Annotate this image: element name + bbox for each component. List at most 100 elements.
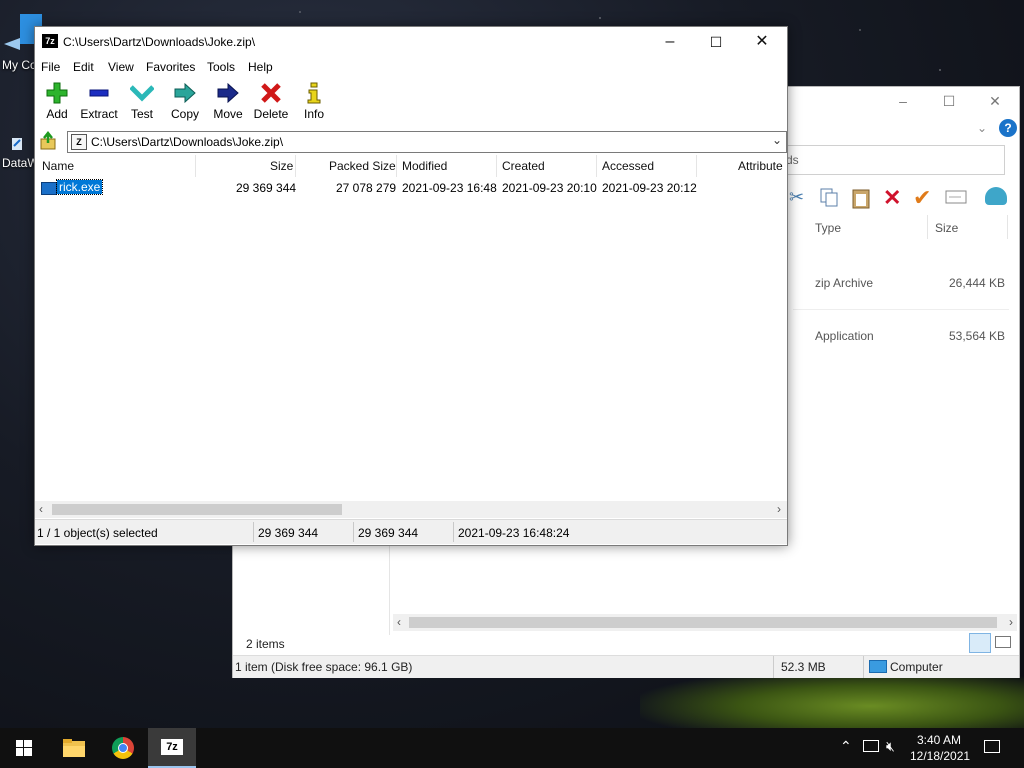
delete-icon (249, 81, 293, 105)
scroll-thumb[interactable] (52, 504, 342, 515)
file-accessed: 2021-09-23 20:12 (602, 181, 697, 195)
address-text: C:\Users\Dartz\Downloads\Joke.zip\ (91, 135, 284, 149)
row-size: 53,564 KB (949, 329, 1006, 343)
menu-favorites[interactable]: Favorites (146, 60, 195, 74)
scroll-thumb[interactable] (409, 617, 997, 628)
delete-icon[interactable]: ✕ (883, 185, 901, 211)
column-size[interactable]: Size (270, 159, 293, 173)
file-explorer-button[interactable] (50, 728, 98, 768)
move-label: Move (213, 107, 243, 121)
move-icon (206, 81, 250, 105)
title-bar[interactable]: 7z C:\Users\Dartz\Downloads\Joke.zip\ – … (35, 27, 787, 57)
network-icon[interactable] (863, 740, 879, 752)
row-size: 26,444 KB (949, 276, 1006, 290)
maximize-button[interactable]: ☐ (935, 93, 963, 113)
extract-icon (77, 81, 121, 105)
shortcut-icon (12, 138, 22, 150)
address-bar[interactable]: Z C:\Users\Dartz\Downloads\Joke.zip\ ⌄ (67, 131, 787, 153)
delete-button[interactable]: Delete (249, 81, 293, 121)
menu-help[interactable]: Help (248, 60, 273, 74)
status-selected: 1 / 1 object(s) selected (37, 526, 158, 540)
clock-date[interactable]: 12/18/2021 (910, 749, 970, 763)
column-attribute[interactable]: Attribute (738, 159, 783, 173)
extract-button[interactable]: Extract (77, 81, 121, 121)
info-button[interactable]: Info (292, 81, 336, 121)
up-folder-icon[interactable] (39, 130, 59, 151)
horizontal-scrollbar[interactable]: ‹ › (35, 501, 787, 518)
cut-icon[interactable]: ✂ (789, 187, 804, 208)
scroll-left-icon[interactable]: ‹ (397, 615, 401, 629)
chrome-icon (112, 737, 134, 759)
menu-view[interactable]: View (108, 60, 134, 74)
column-created[interactable]: Created (502, 159, 545, 173)
move-button[interactable]: Move (206, 81, 250, 121)
start-icon (16, 740, 32, 756)
add-label: Add (46, 107, 68, 121)
close-button[interactable]: ✕ (981, 93, 1009, 113)
shell-icon[interactable] (985, 187, 1007, 205)
chrome-button[interactable] (99, 728, 147, 768)
menu-bar: File Edit View Favorites Tools Help (35, 57, 787, 77)
chevron-down-icon[interactable]: ⌄ (977, 121, 987, 135)
copy-icon[interactable] (819, 187, 839, 210)
add-icon (35, 81, 79, 105)
delete-label: Delete (253, 107, 289, 121)
search-box[interactable]: ds (785, 145, 1005, 175)
scroll-left-icon[interactable]: ‹ (39, 502, 43, 516)
7zip-taskbar-button[interactable]: 7z (148, 728, 196, 768)
add-button[interactable]: Add (35, 81, 79, 121)
large-icons-view-icon[interactable] (995, 636, 1011, 648)
column-accessed[interactable]: Accessed (602, 159, 654, 173)
extract-label: Extract (80, 107, 118, 121)
file-name[interactable]: rick.exe (55, 179, 104, 195)
column-modified[interactable]: Modified (402, 159, 447, 173)
navigation-pane-divider (389, 545, 390, 635)
scroll-right-icon[interactable]: › (1009, 615, 1013, 629)
info-icon (292, 81, 336, 105)
copy-button[interactable]: Copy (163, 81, 207, 121)
menu-edit[interactable]: Edit (73, 60, 94, 74)
close-button[interactable]: ✕ (739, 27, 785, 57)
test-icon (120, 81, 164, 105)
taskbar: 7z ⌃ 🔇︎ 3:40 AM 12/18/2021 (0, 728, 1024, 768)
row-type: zip Archive (815, 276, 874, 290)
clock-time[interactable]: 3:40 AM (917, 733, 961, 747)
column-type[interactable]: Type (815, 221, 841, 235)
rename-icon[interactable] (945, 190, 967, 207)
notifications-icon[interactable] (984, 740, 1000, 753)
desktop-icon-label: My Co (2, 58, 37, 72)
status-bar: 1 / 1 object(s) selected 29 369 344 29 3… (35, 519, 787, 544)
test-label: Test (130, 107, 153, 121)
file-packed-size: 27 078 279 (336, 181, 397, 195)
details-view-icon[interactable] (969, 633, 991, 653)
status-text: 1 item (Disk free space: 96.1 GB) (235, 660, 413, 674)
volume-muted-icon[interactable]: 🔇︎ (886, 738, 895, 755)
menu-tools[interactable]: Tools (207, 60, 235, 74)
file-created: 2021-09-23 20:10 (502, 181, 597, 195)
exe-file-icon (41, 182, 57, 195)
scroll-right-icon[interactable]: › (777, 502, 781, 516)
start-button[interactable] (0, 728, 48, 768)
minimize-button[interactable]: – (647, 27, 693, 57)
menu-file[interactable]: File (41, 60, 60, 74)
status-size: 52.3 MB (781, 660, 826, 674)
status-date: 2021-09-23 16:48:24 (458, 526, 570, 540)
info-label: Info (303, 107, 324, 121)
horizontal-scrollbar[interactable]: ‹ › (393, 614, 1017, 631)
computer-icon (869, 660, 887, 673)
column-name[interactable]: Name (42, 159, 74, 173)
checkmark-icon[interactable]: ✔ (913, 185, 931, 211)
help-icon[interactable]: ? (999, 119, 1017, 137)
test-button[interactable]: Test (120, 81, 164, 121)
minimize-button[interactable]: – (889, 93, 917, 113)
column-packed-size[interactable]: Packed Size (329, 159, 396, 173)
chevron-down-icon[interactable]: ⌄ (772, 133, 782, 147)
chevron-up-icon[interactable]: ⌃ (840, 738, 852, 755)
column-size[interactable]: Size (935, 221, 958, 235)
status-packed-size: 29 369 344 (358, 526, 419, 540)
paste-icon[interactable] (851, 187, 871, 212)
table-row[interactable]: rick.exe 29 369 344 27 078 279 2021-09-2… (35, 177, 785, 197)
status-location: Computer (890, 660, 943, 674)
maximize-button[interactable]: ☐ (693, 27, 739, 57)
zip-file-icon: Z (71, 134, 87, 150)
